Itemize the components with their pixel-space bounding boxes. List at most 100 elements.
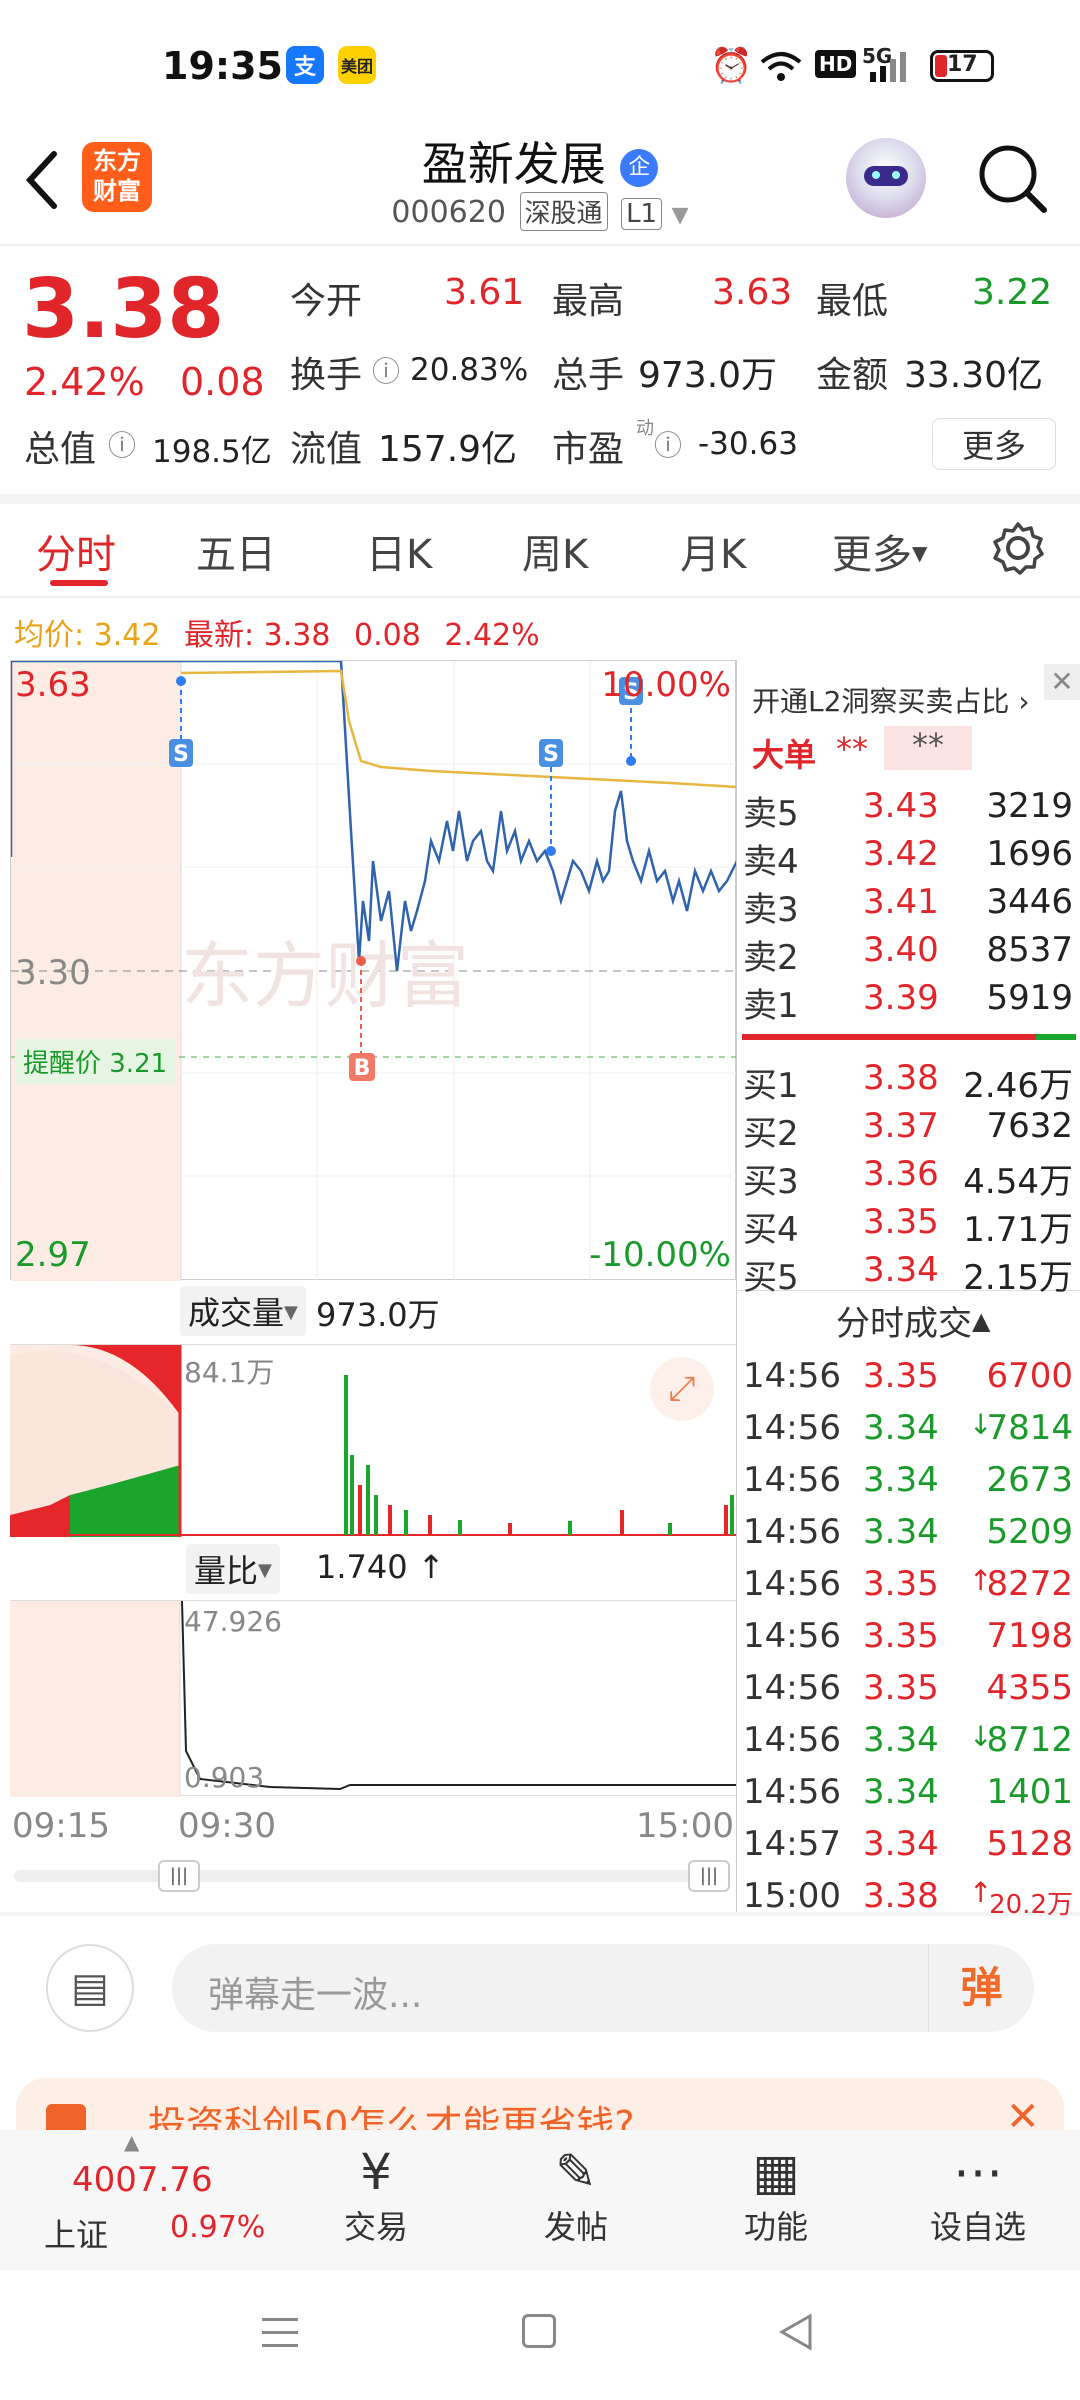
info-icon[interactable]: ⓘ [372, 350, 400, 390]
trade-time: 14:56 [743, 1512, 841, 1552]
trade-price: 3.34 [863, 1512, 939, 1552]
avg-price-bar: 均价: 3.42 最新: 3.38 0.08 2.42% [14, 610, 540, 654]
index-value[interactable]: 4007.76 [72, 2160, 213, 2200]
trade-volume: 7198 [986, 1616, 1073, 1656]
volume-selector[interactable]: 成交量▼ [180, 1286, 306, 1336]
ask-row[interactable]: 卖3 3.41 3446 [743, 882, 1073, 930]
dropdown-icon: ▼ [258, 1560, 272, 1581]
open-value: 3.61 [444, 272, 525, 313]
menu-icon[interactable] [262, 2314, 298, 2350]
ask-level: 卖3 [743, 890, 799, 930]
bid-price: 3.38 [863, 1058, 939, 1098]
ask-price: 3.40 [863, 930, 939, 970]
trade-row: 14:56 3.34 2673 [743, 1460, 1073, 1512]
search-icon[interactable] [976, 142, 1050, 216]
info-icon[interactable]: ⓘ [654, 424, 682, 464]
bid-volume: 1.71万 [963, 1210, 1073, 1250]
bid-ask-ratio-bar [742, 1034, 1076, 1040]
big-order-label: 大单 [752, 736, 817, 774]
trade-row: 14:57 3.34 5128 [743, 1824, 1073, 1876]
robot-assistant-icon[interactable] [846, 138, 926, 218]
volume-chart[interactable]: 84.1万 ⤢ [10, 1344, 736, 1537]
ratio-value: 1.740 ↑ [316, 1548, 445, 1586]
tab-weekly-k[interactable]: 周K [522, 522, 588, 580]
price-chart[interactable]: 东方财富 S S S B 3.63 10.00% 3.30 提醒价 3.21 2… [10, 660, 737, 1281]
more-quote-button[interactable]: 更多 [932, 418, 1056, 470]
trade-volume: 5128 [986, 1824, 1073, 1864]
tab-indicator [50, 580, 108, 586]
nav-functions[interactable]: ▦ 功能 [716, 2142, 836, 2248]
nav-trade[interactable]: ¥ 交易 [316, 2142, 436, 2248]
index-name[interactable]: 上证 [44, 2210, 108, 2256]
grid-icon: ▦ [752, 2143, 800, 2201]
range-handle-right[interactable]: ||| [688, 1860, 730, 1892]
ratio-selector[interactable]: 量比▼ [186, 1544, 280, 1594]
comment-input[interactable]: 弹幕走一波... 弹 [172, 1944, 1034, 2032]
tab-five-day[interactable]: 五日 [196, 522, 276, 580]
bid-row[interactable]: 买5 3.34 2.15万 [743, 1250, 1073, 1298]
trade-row: 14:56 3.35 ↑ 8272 [743, 1564, 1073, 1616]
bid-level: 买5 [743, 1258, 799, 1298]
expand-icon[interactable]: ⤢ [650, 1357, 714, 1421]
ask-row[interactable]: 卖2 3.40 8537 [743, 930, 1073, 978]
bid-row[interactable]: 买1 3.38 2.46万 [743, 1058, 1073, 1106]
bid-row[interactable]: 买3 3.36 4.54万 [743, 1154, 1073, 1202]
more-circle-icon: ⋯ [953, 2143, 1003, 2201]
l2-promo-link[interactable]: 开通L2洞察买卖占比 › [752, 680, 1030, 720]
pe-value: -30.63 [698, 426, 798, 462]
volume-chart-svg [10, 1345, 736, 1537]
bid-row[interactable]: 买4 3.35 1.71万 [743, 1202, 1073, 1250]
float-label: 流值 [290, 429, 363, 470]
dropdown-icon: ▼ [284, 1302, 298, 1323]
tab-more[interactable]: 更多▼ [832, 522, 927, 580]
alipay-icon: 支 [286, 46, 324, 84]
close-icon[interactable]: ✕ [1044, 664, 1080, 700]
hd-icon: HD [815, 50, 857, 78]
turnover-label: 换手 [290, 355, 363, 396]
trade-price: 3.35 [863, 1356, 939, 1396]
tab-intraday[interactable]: 分时 [36, 522, 116, 580]
yuan-icon: ¥ [360, 2143, 392, 2201]
bid-price: 3.37 [863, 1106, 939, 1146]
comment-list-icon[interactable]: ▤ [46, 1944, 134, 2032]
y-axis-top-pct: 10.00% [601, 665, 731, 705]
ask-row[interactable]: 卖1 3.39 5919 [743, 978, 1073, 1026]
status-bar: 19:35 支 美团 ⏰ HD 5G 17 [0, 0, 1080, 135]
high-label: 最高 [552, 281, 625, 322]
ratio-chart-svg [10, 1600, 736, 1797]
info-icon[interactable]: ⓘ [108, 424, 136, 464]
nav-post[interactable]: ✎ 发帖 [516, 2142, 636, 2248]
ask-row[interactable]: 卖4 3.42 1696 [743, 834, 1073, 882]
trades-title[interactable]: 分时成交▲ [836, 1296, 990, 1345]
bid-volume: 4.54万 [963, 1162, 1073, 1202]
alert-price-label[interactable]: 提醒价 3.21 [15, 1039, 176, 1084]
time-range-scrollbar[interactable] [14, 1870, 730, 1882]
bid-price: 3.36 [863, 1154, 939, 1194]
trade-row: 14:56 3.35 4355 [743, 1668, 1073, 1720]
home-icon[interactable] [522, 2314, 556, 2348]
tab-monthly-k[interactable]: 月K [680, 522, 746, 580]
index-pct[interactable]: 0.97% [170, 2210, 265, 2245]
ask-volume: 1696 [986, 834, 1073, 874]
ask-row[interactable]: 卖5 3.43 3219 [743, 786, 1073, 834]
tab-daily-k[interactable]: 日K [366, 522, 432, 580]
alarm-icon: ⏰ [710, 46, 753, 86]
dropdown-icon: ▼ [912, 541, 928, 565]
promo-banner[interactable]: 投资科创50怎么才能更省钱? ✕ [16, 2078, 1064, 2138]
volume-selector-label: 成交量 [188, 1294, 285, 1332]
ask-price: 3.39 [863, 978, 939, 1018]
settings-icon[interactable] [990, 520, 1046, 576]
range-handle-left[interactable]: ||| [158, 1860, 200, 1892]
nav-add-watchlist[interactable]: ⋯ 设自选 [918, 2142, 1038, 2248]
edit-icon: ✎ [555, 2143, 597, 2201]
volume-ratio-chart[interactable]: 47.926 0.903 [10, 1600, 736, 1797]
volume-label: 总手 [552, 355, 625, 396]
tab-more-label: 更多 [832, 532, 912, 578]
trade-price: 3.34 [863, 1772, 939, 1812]
bid-price: 3.34 [863, 1250, 939, 1290]
high-value: 3.63 [712, 272, 793, 313]
bid-row[interactable]: 买2 3.37 7632 [743, 1106, 1073, 1154]
danmaku-send-button[interactable]: 弹 [928, 1944, 1034, 2032]
mktcap-value: 198.5亿 [152, 434, 272, 470]
back-triangle-icon[interactable] [778, 2312, 814, 2352]
